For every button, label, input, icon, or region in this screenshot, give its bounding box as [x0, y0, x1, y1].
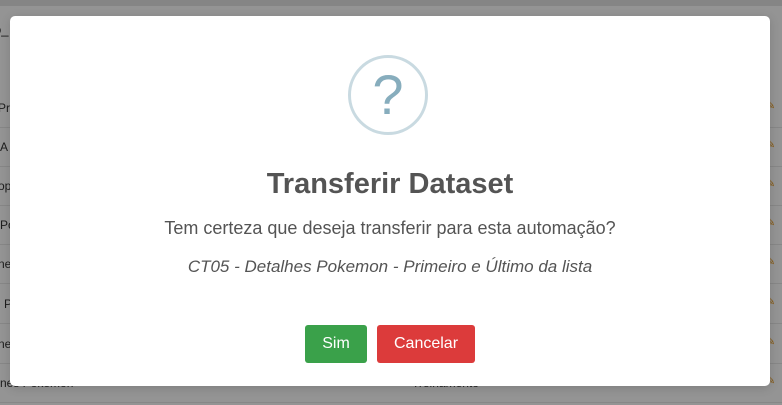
confirm-button[interactable]: Sim [305, 325, 367, 363]
question-icon: ? [348, 55, 428, 135]
cancel-button[interactable]: Cancelar [377, 325, 475, 363]
dialog-title: Transferir Dataset [266, 168, 514, 200]
dialog-message: Tem certeza que deseja transferir para e… [164, 218, 616, 238]
confirm-dialog: ? Transferir Dataset Tem certeza que des… [10, 16, 770, 386]
dialog-target-name: CT05 - Detalhes Pokemon - Primeiro e Últ… [187, 257, 593, 276]
